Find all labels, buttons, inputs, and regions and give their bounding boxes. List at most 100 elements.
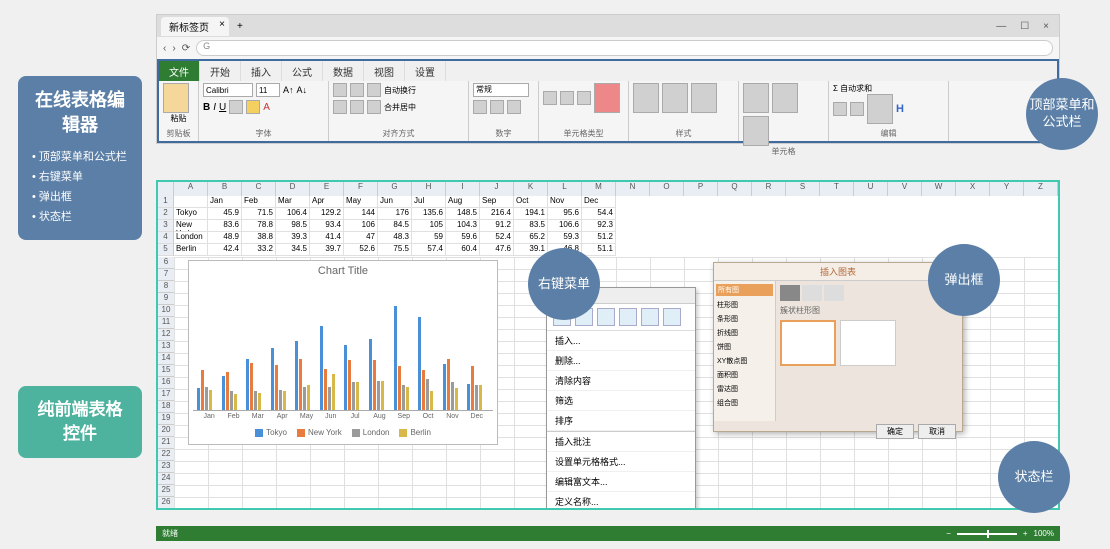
cell[interactable]: 52.6 [344, 244, 378, 256]
cell[interactable]: 59.3 [548, 232, 582, 244]
number-format-select[interactable]: 常规 [473, 83, 529, 97]
column-header[interactable]: R [752, 182, 786, 196]
tab-file[interactable]: 文件 [159, 61, 200, 81]
tab-view[interactable]: 视图 [364, 61, 405, 81]
column-header[interactable]: AA [1058, 182, 1060, 196]
column-header[interactable]: T [820, 182, 854, 196]
find-icon[interactable]: H [896, 103, 904, 115]
cell[interactable]: 39.3 [276, 232, 310, 244]
cell[interactable]: 54.4 [582, 208, 616, 220]
cell[interactable]: Jul [412, 196, 446, 208]
percent-icon[interactable] [490, 100, 504, 114]
column-header[interactable]: M [582, 182, 616, 196]
context-insert[interactable]: 插入... [547, 331, 695, 351]
celltype-icon2[interactable] [560, 91, 574, 105]
cell[interactable]: 84.5 [378, 220, 412, 232]
column-header[interactable]: J [480, 182, 514, 196]
cell[interactable]: 41.4 [310, 232, 344, 244]
cell-style-icon[interactable] [691, 83, 717, 113]
chart-type-area[interactable]: 面积图 [716, 368, 773, 382]
row-header[interactable]: 4 [158, 232, 174, 244]
column-header[interactable]: K [514, 182, 548, 196]
paste-option-icon[interactable] [663, 308, 681, 326]
column-header[interactable]: S [786, 182, 820, 196]
row-header[interactable]: 1 [158, 196, 174, 208]
zoom-out-icon[interactable]: − [946, 529, 951, 538]
cell[interactable]: 48.9 [208, 232, 242, 244]
cell[interactable]: Mar [276, 196, 310, 208]
cell[interactable]: Nov [548, 196, 582, 208]
tab-settings[interactable]: 设置 [405, 61, 446, 81]
cell[interactable]: Feb [242, 196, 276, 208]
context-richtext[interactable]: 编辑富文本... [547, 472, 695, 492]
context-clear[interactable]: 清除内容 [547, 371, 695, 391]
clear-icon[interactable] [850, 102, 864, 116]
delete-cells-icon[interactable] [772, 83, 798, 113]
cell[interactable]: Jan [208, 196, 242, 208]
chart-type-scatter[interactable]: XY散点图 [716, 354, 773, 368]
tab-formula[interactable]: 公式 [282, 61, 323, 81]
spreadsheet[interactable]: ABCDEFGHIJKLMNOPQRSTUVWXYZAA 1JanFebMarA… [156, 180, 1060, 510]
chart-subtype-icon[interactable] [824, 285, 844, 301]
border-icon[interactable] [229, 100, 243, 114]
cell[interactable]: London [174, 232, 208, 244]
merge-center-button[interactable]: 合并居中 [384, 102, 416, 113]
chart-type-line[interactable]: 折线图 [716, 326, 773, 340]
column-header[interactable]: P [684, 182, 718, 196]
cell[interactable]: 83.6 [208, 220, 242, 232]
wrap-text-button[interactable]: 自动换行 [384, 85, 416, 96]
cell[interactable]: 39.7 [310, 244, 344, 256]
back-icon[interactable]: ‹ [163, 43, 166, 54]
cell[interactable]: Aug [446, 196, 480, 208]
cell[interactable]: 47.6 [480, 244, 514, 256]
zoom-in-icon[interactable]: + [1023, 529, 1028, 538]
paste-option-icon[interactable] [641, 308, 659, 326]
cell[interactable]: May [344, 196, 378, 208]
url-input[interactable]: G [196, 40, 1053, 56]
paste-option-icon[interactable] [597, 308, 615, 326]
cell[interactable]: 104.3 [446, 220, 480, 232]
underline-icon[interactable]: U [219, 102, 226, 113]
cell[interactable]: Oct [514, 196, 548, 208]
align-center-icon[interactable] [350, 100, 364, 114]
increase-font-icon[interactable]: A↑ [283, 85, 294, 95]
fill-icon[interactable] [833, 102, 847, 116]
cell[interactable]: 98.5 [276, 220, 310, 232]
cell[interactable]: 106 [344, 220, 378, 232]
cell[interactable]: 34.5 [276, 244, 310, 256]
cell[interactable]: 78.8 [242, 220, 276, 232]
reload-icon[interactable]: ⟳ [182, 43, 190, 54]
column-header[interactable]: N [616, 182, 650, 196]
paste-icon[interactable] [163, 83, 189, 113]
tab-insert[interactable]: 插入 [241, 61, 282, 81]
maximize-icon[interactable]: ☐ [1020, 21, 1029, 32]
comma-icon[interactable] [507, 100, 521, 114]
font-name-select[interactable] [203, 83, 253, 97]
zoom-slider[interactable] [957, 533, 1017, 535]
context-delete[interactable]: 删除... [547, 351, 695, 371]
tab-data[interactable]: 数据 [323, 61, 364, 81]
chart-subtype-icon[interactable] [780, 285, 800, 301]
column-header[interactable]: E [310, 182, 344, 196]
cell[interactable] [174, 196, 208, 208]
paste-option-icon[interactable] [619, 308, 637, 326]
cell[interactable]: 52.4 [480, 232, 514, 244]
align-bottom-icon[interactable] [367, 83, 381, 97]
cell[interactable]: 148.5 [446, 208, 480, 220]
column-header[interactable]: L [548, 182, 582, 196]
cell[interactable]: 38.8 [242, 232, 276, 244]
cell[interactable]: 60.4 [446, 244, 480, 256]
column-header[interactable]: Y [990, 182, 1024, 196]
data-grid[interactable]: 1JanFebMarAprMayJunJulAugSepOctNovDec2To… [158, 196, 1058, 256]
column-header[interactable]: F [344, 182, 378, 196]
cell[interactable]: Apr [310, 196, 344, 208]
align-top-icon[interactable] [333, 83, 347, 97]
cell[interactable]: 59.6 [446, 232, 480, 244]
chart-type-pie[interactable]: 饼图 [716, 340, 773, 354]
chart-type-combo[interactable]: 组合图 [716, 396, 773, 410]
cell[interactable]: 48.3 [378, 232, 412, 244]
column-header[interactable]: I [446, 182, 480, 196]
align-right-icon[interactable] [367, 100, 381, 114]
cell[interactable]: 59 [412, 232, 446, 244]
context-format[interactable]: 设置单元格格式... [547, 452, 695, 472]
